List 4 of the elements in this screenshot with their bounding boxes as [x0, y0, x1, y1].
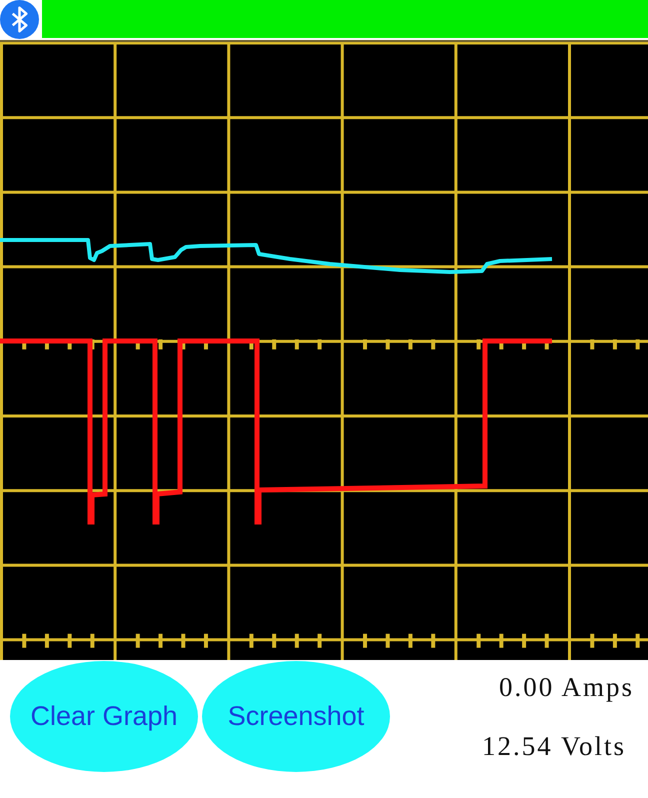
meter-reading: 0.00 Amps — [498, 671, 634, 704]
oval-button[interactable]: Clear Graph — [10, 661, 198, 772]
oval-button[interactable]: Screenshot — [202, 661, 390, 772]
meter-reading: 12.54 Volts — [482, 730, 626, 763]
